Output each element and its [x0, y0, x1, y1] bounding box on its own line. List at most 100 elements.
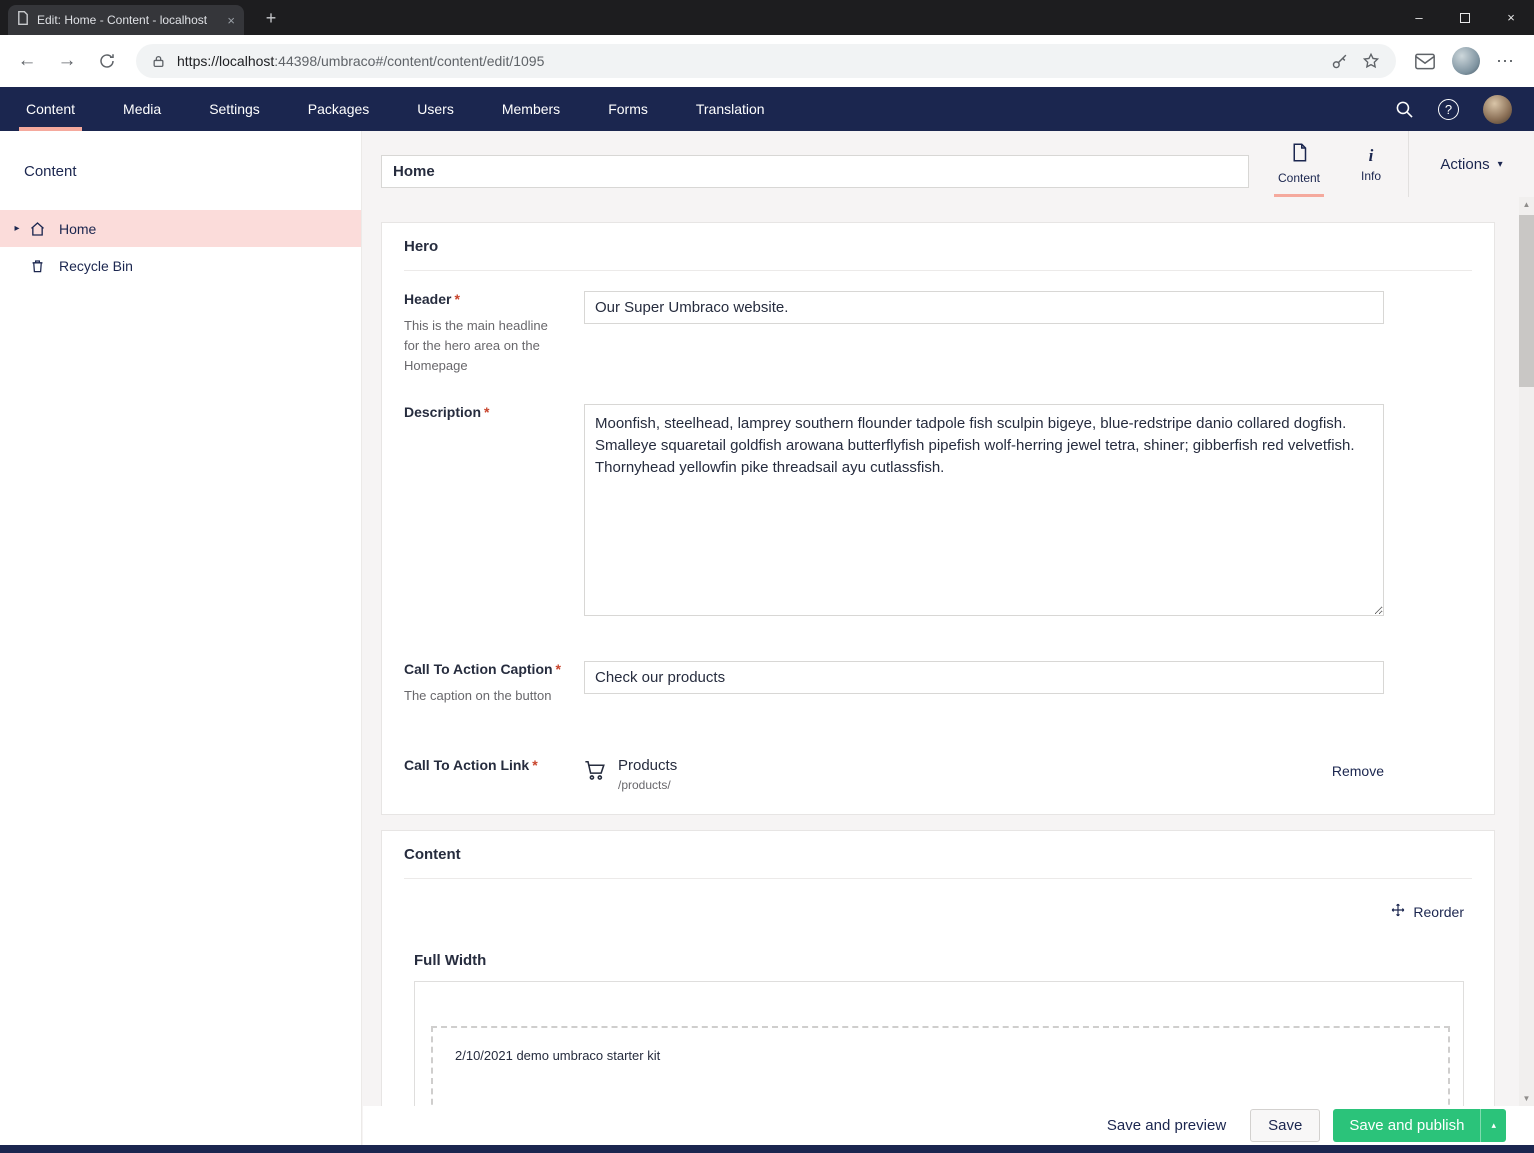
browser-tab[interactable]: Edit: Home - Content - localhost ×	[8, 5, 244, 35]
tab-title: Edit: Home - Content - localhost	[37, 13, 219, 27]
url-host: https://localhost	[177, 53, 274, 69]
nav-item-media[interactable]: Media	[119, 87, 165, 131]
nav-item-members[interactable]: Members	[498, 87, 564, 131]
tree-item-recycle-bin[interactable]: Recycle Bin	[0, 247, 361, 284]
move-icon	[1391, 903, 1405, 920]
chevron-down-icon: ▾	[1498, 159, 1503, 170]
save-and-publish-button[interactable]: Save and publish ▴	[1333, 1109, 1506, 1142]
nav-item-forms[interactable]: Forms	[604, 87, 652, 131]
editor-pane: Content i Info Actions ▾ ▲ ▼ Hero	[363, 131, 1534, 1145]
nav-item-label: Users	[417, 101, 454, 117]
nav-item-packages[interactable]: Packages	[304, 87, 373, 131]
tab-label: Info	[1361, 169, 1381, 183]
browser-profile-avatar[interactable]	[1452, 47, 1480, 75]
mail-icon[interactable]	[1415, 53, 1435, 70]
nav-item-users[interactable]: Users	[413, 87, 458, 131]
editor-footer: Save and preview Save Save and publish ▴	[363, 1106, 1534, 1145]
tree-item-label: Home	[59, 221, 96, 237]
url-text[interactable]: https://localhost:44398/umbraco#/content…	[177, 53, 1317, 69]
field-control-col	[584, 661, 1384, 706]
window-controls: – ×	[1396, 0, 1534, 35]
nav-item-translation[interactable]: Translation	[692, 87, 769, 131]
picked-link[interactable]: Products /products/	[618, 757, 677, 792]
field-description: This is the main headline for the hero a…	[404, 316, 564, 376]
url-bar[interactable]: https://localhost:44398/umbraco#/content…	[136, 44, 1396, 78]
link-url: /products/	[618, 778, 677, 792]
nav-item-label: Translation	[696, 101, 765, 117]
block-title: Full Width	[414, 952, 1494, 969]
browser-window: Edit: Home - Content - localhost × + – ×…	[0, 0, 1534, 1153]
field-row-description: Description* Moonfish, steelhead, lampre…	[404, 404, 1472, 621]
user-avatar[interactable]	[1483, 95, 1512, 124]
new-tab-button[interactable]: +	[258, 7, 284, 31]
field-label: Call To Action Link*	[404, 757, 564, 773]
url-path: :44398/umbraco#/content/content/edit/109…	[274, 53, 544, 69]
key-icon[interactable]	[1331, 53, 1348, 70]
publish-options-caret[interactable]: ▴	[1480, 1109, 1506, 1142]
content-title-row: Content	[404, 831, 1472, 879]
refresh-icon[interactable]	[92, 46, 122, 76]
tab-info[interactable]: i Info	[1344, 131, 1398, 197]
nav-item-label: Settings	[209, 101, 260, 117]
active-tab-underline	[1274, 194, 1324, 197]
nav-item-settings[interactable]: Settings	[205, 87, 264, 131]
maximize-button[interactable]	[1442, 0, 1488, 35]
cta-caption-input[interactable]	[584, 661, 1384, 694]
forward-icon[interactable]: →	[52, 46, 82, 76]
header-input[interactable]	[584, 291, 1384, 324]
actions-label: Actions	[1440, 156, 1489, 173]
field-label: Call To Action Caption*	[404, 661, 564, 677]
trash-icon	[27, 258, 47, 274]
save-button[interactable]: Save	[1250, 1109, 1320, 1142]
tab-close-icon[interactable]: ×	[227, 13, 235, 28]
required-marker: *	[532, 757, 537, 773]
field-control-col: Moonfish, steelhead, lamprey southern fl…	[584, 404, 1384, 621]
browser-titlebar: Edit: Home - Content - localhost × + – ×	[0, 0, 1534, 35]
link-title[interactable]: Products	[618, 757, 677, 774]
help-icon[interactable]: ?	[1438, 99, 1459, 120]
expand-caret-icon[interactable]: ▸	[9, 223, 25, 234]
required-marker: *	[484, 404, 489, 420]
field-label-col: Header* This is the main headline for th…	[404, 291, 584, 376]
nav-item-content[interactable]: Content	[22, 87, 79, 131]
actions-button[interactable]: Actions ▾	[1408, 131, 1534, 197]
browser-menu-icon[interactable]: ⋯	[1496, 51, 1514, 72]
required-marker: *	[454, 291, 459, 307]
save-and-preview-button[interactable]: Save and preview	[1107, 1117, 1226, 1134]
field-label: Header*	[404, 291, 564, 307]
favorites-star-icon[interactable]	[1362, 52, 1380, 70]
nav-item-label: Members	[502, 101, 560, 117]
scroll-down-icon[interactable]: ▼	[1519, 1091, 1534, 1106]
back-icon[interactable]: ←	[12, 46, 42, 76]
browser-addressbar: ← → https://localhost:44398/umbraco#/con…	[0, 35, 1534, 87]
vertical-scrollbar[interactable]: ▲ ▼	[1519, 197, 1534, 1106]
minimize-button[interactable]: –	[1396, 0, 1442, 35]
reorder-row: Reorder	[382, 903, 1464, 920]
scrollbar-thumb[interactable]	[1519, 215, 1534, 387]
reorder-button[interactable]: Reorder	[1391, 903, 1464, 920]
required-marker: *	[556, 661, 561, 677]
remove-link-button[interactable]: Remove	[1332, 757, 1384, 779]
scroll-up-icon[interactable]: ▲	[1519, 197, 1534, 212]
field-row-cta-link: Call To Action Link* Products /products/…	[404, 757, 1472, 792]
block-placeholder-text: 2/10/2021 demo umbraco starter kit	[455, 1048, 1448, 1063]
field-label-col: Call To Action Link*	[404, 757, 584, 792]
field-label-text: Call To Action Caption	[404, 661, 553, 677]
info-icon: i	[1369, 146, 1374, 165]
nav-item-label: Media	[123, 101, 161, 117]
content-group-card: Content Reorder Full Width 2/10/2021 dem…	[381, 830, 1495, 1130]
field-label-col: Call To Action Caption* The caption on t…	[404, 661, 584, 706]
field-label-text: Header	[404, 291, 451, 307]
search-icon[interactable]	[1395, 100, 1414, 119]
umbraco-top-nav: Content Media Settings Packages Users Me…	[0, 87, 1534, 131]
tree-item-label: Recycle Bin	[59, 258, 133, 274]
field-label-text: Call To Action Link	[404, 757, 529, 773]
reorder-label: Reorder	[1413, 904, 1464, 920]
tab-content[interactable]: Content	[1272, 131, 1326, 197]
tree-item-home[interactable]: ▸ Home	[0, 210, 361, 247]
document-name-input[interactable]	[381, 155, 1249, 188]
lock-icon	[152, 54, 165, 69]
chevron-up-icon: ▴	[1491, 1120, 1496, 1131]
close-window-button[interactable]: ×	[1488, 0, 1534, 35]
description-textarea[interactable]: Moonfish, steelhead, lamprey southern fl…	[584, 404, 1384, 616]
